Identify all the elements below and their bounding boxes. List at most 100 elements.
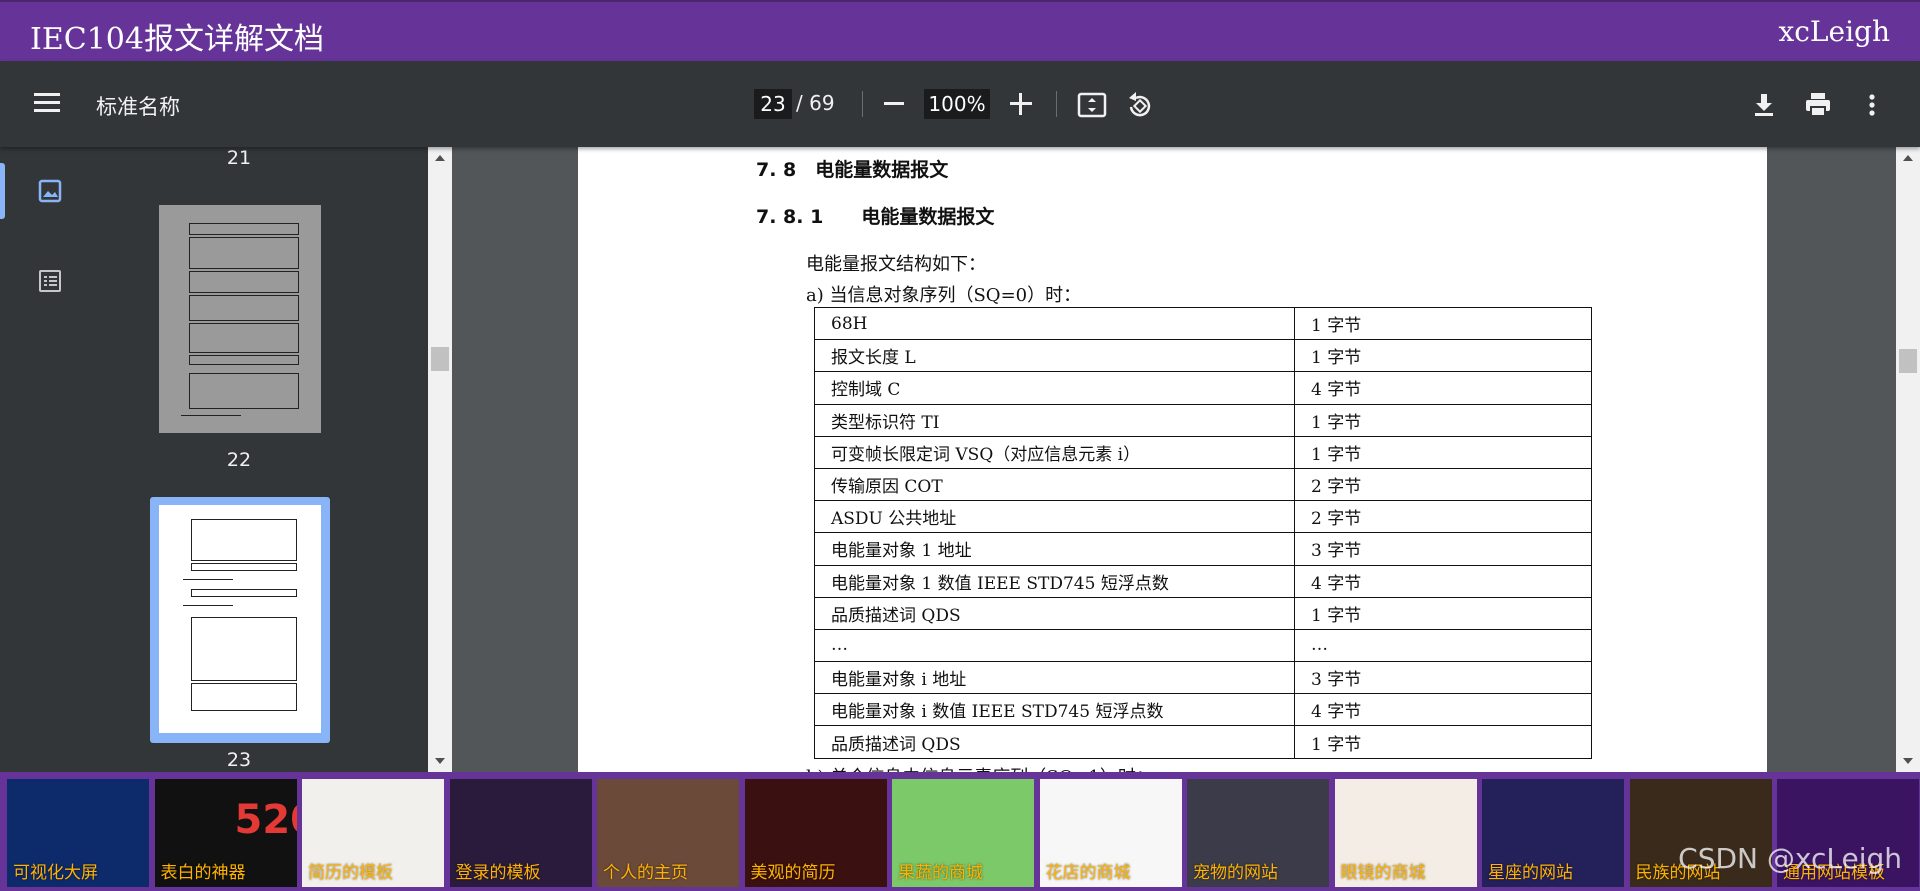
field-name-cell: 报文长度 L xyxy=(814,339,1295,373)
banner-tile[interactable]: 宠物的网站 xyxy=(1187,779,1329,887)
thumbnail-page-23[interactable] xyxy=(159,505,321,733)
field-size-cell: 4 字节 xyxy=(1294,693,1592,727)
thumbnails-icon[interactable] xyxy=(30,171,70,211)
banner-tile[interactable]: 可视化大屏 xyxy=(7,779,149,887)
field-name-cell: 传输原因 COT xyxy=(814,467,1295,502)
banner-tile[interactable]: 星座的网站 xyxy=(1482,779,1624,887)
banner-tile[interactable]: 果蔬的商城 xyxy=(892,779,1034,887)
field-size-cell: 1 字节 xyxy=(1294,725,1592,759)
banner-tile-caption: 表白的神器 xyxy=(160,863,246,883)
banner-tile-caption: 果蔬的商城 xyxy=(898,863,983,883)
field-name-cell: 电能量对象 i 数值 IEEE STD745 短浮点数 xyxy=(814,693,1295,727)
thumbnail-label-23: 23 xyxy=(226,749,252,771)
zoom-out-icon[interactable] xyxy=(884,102,904,105)
field-name-cell: … xyxy=(814,628,1295,663)
print-icon[interactable] xyxy=(1802,89,1834,121)
menu-icon[interactable] xyxy=(34,93,60,115)
table-row: 电能量对象 1 地址 3 字节 xyxy=(814,532,1592,566)
table-row: 传输原因 COT 2 字节 xyxy=(814,467,1592,502)
thumbnail-label-22: 22 xyxy=(226,449,252,471)
table-row: 类型标识符 TI 1 字节 xyxy=(814,403,1592,437)
fit-page-icon[interactable] xyxy=(1076,89,1108,121)
list-item-b: b) 单个信息由信息元素序列（SQ=1）时： xyxy=(806,763,1154,772)
template-banner: 可视化大屏 520 表白的神器 简历的模板 登录的模板 个人的主页 美观的简历 果蔬的商城 花店… xyxy=(0,772,1920,891)
field-name-cell: 控制域 C xyxy=(814,371,1295,405)
field-name-cell: ASDU 公共地址 xyxy=(814,500,1295,534)
banner-tile-caption: 星座的网站 xyxy=(1488,863,1573,883)
banner-tile-caption: 美观的简历 xyxy=(750,863,836,883)
zoom-level-input[interactable]: 100% xyxy=(924,89,990,119)
banner-tile[interactable]: 登录的模板 xyxy=(449,779,592,887)
thumbnail-sidebar: 21 22 23 xyxy=(0,147,428,772)
table-row: 品质描述词 QDS 1 字节 xyxy=(814,596,1592,630)
table-row: 电能量对象 i 数值 IEEE STD745 短浮点数 4 字节 xyxy=(814,693,1592,727)
field-size-cell: … xyxy=(1294,628,1592,663)
field-size-cell: 4 字节 xyxy=(1294,371,1592,405)
pdf-toolbar: 标准名称 23 / 69 100% xyxy=(0,61,1920,147)
banner-tile[interactable]: 美观的简历 xyxy=(744,779,887,887)
download-icon[interactable] xyxy=(1748,89,1780,121)
banner-tile-caption: 简历的模板 xyxy=(308,863,393,883)
table-row: 电能量对象 i 地址 3 字节 xyxy=(814,661,1592,695)
field-size-cell: 3 字节 xyxy=(1294,661,1592,695)
banner-tile-caption: 花店的商城 xyxy=(1045,863,1131,883)
app-root: IEC104报文详解文档 xcLeigh 标准名称 23 / 69 100% 2… xyxy=(0,0,1920,891)
more-vert-icon[interactable] xyxy=(1856,89,1888,121)
pdf-page-23: 7. 8 电能量数据报文 7. 8. 1 电能量数据报文 电能量报文结构如下： … xyxy=(578,147,1767,772)
thumbnail-page-22[interactable] xyxy=(159,205,321,433)
banner-tile[interactable]: 简历的模板 xyxy=(302,779,444,887)
scroll-up-icon[interactable] xyxy=(1903,155,1913,161)
field-size-cell: 1 字节 xyxy=(1294,435,1592,469)
field-size-cell: 2 字节 xyxy=(1294,467,1592,502)
title-bar: IEC104报文详解文档 xcLeigh xyxy=(0,0,1920,61)
message-structure-table: 68H 1 字节 报文长度 L1 字节 控制域 C4 字节 类型标识符 TI 1 字节 可变… xyxy=(814,306,1592,759)
field-size-cell: 1 字节 xyxy=(1294,339,1592,373)
table-row: ASDU 公共地址 2 字节 xyxy=(814,500,1592,534)
field-size-cell: 1 字节 xyxy=(1294,596,1592,630)
field-name-cell: 68H xyxy=(814,306,1295,341)
page-title: IEC104报文详解文档 xyxy=(30,22,324,57)
document-name: 标准名称 xyxy=(96,95,180,119)
rotate-icon[interactable] xyxy=(1124,89,1156,121)
table-row: 可变帧长限定词 VSQ（对应信息元素 i） 1 字节 xyxy=(814,435,1592,469)
active-tab-indicator xyxy=(0,163,5,219)
banner-tile-caption: 眼镜的商城 xyxy=(1340,863,1426,883)
zoom-in-icon[interactable] xyxy=(1010,93,1032,115)
banner-tile-caption: 可视化大屏 xyxy=(13,863,98,883)
banner-tile[interactable]: 520 表白的神器 xyxy=(154,779,297,887)
table-row: 控制域 C4 字节 xyxy=(814,371,1592,405)
table-row: …… xyxy=(814,628,1592,663)
field-size-cell: 1 字节 xyxy=(1294,403,1592,437)
banner-tile[interactable]: 个人的主页 xyxy=(597,779,739,887)
field-name-cell: 品质描述词 QDS xyxy=(814,596,1295,630)
scrollbar-thumb[interactable] xyxy=(431,347,449,371)
watermark: CSDN @xcLeigh xyxy=(1678,842,1902,875)
document-scrollbar[interactable] xyxy=(1896,147,1920,772)
scrollbar-thumb[interactable] xyxy=(1899,349,1917,373)
field-size-cell: 1 字节 xyxy=(1294,306,1592,341)
document-viewport[interactable]: 7. 8 电能量数据报文 7. 8. 1 电能量数据报文 电能量报文结构如下： … xyxy=(452,147,1892,772)
banner-tile[interactable]: 眼镜的商城 xyxy=(1334,779,1477,887)
scroll-down-icon[interactable] xyxy=(435,758,445,764)
page-number-input[interactable]: 23 xyxy=(754,89,792,119)
page-total: / 69 xyxy=(796,91,835,115)
field-name-cell: 电能量对象 i 地址 xyxy=(814,661,1295,695)
field-name-cell: 电能量对象 1 地址 xyxy=(814,532,1295,566)
list-item-a: a) 当信息对象序列（SQ=0）时： xyxy=(806,285,1082,306)
subsection-heading: 7. 8. 1 电能量数据报文 xyxy=(756,206,995,228)
scroll-up-icon[interactable] xyxy=(435,155,445,161)
field-name-cell: 品质描述词 QDS xyxy=(814,725,1295,759)
author-name[interactable]: xcLeigh xyxy=(1778,15,1890,48)
banner-tile-caption: 宠物的网站 xyxy=(1193,863,1278,883)
banner-tile[interactable]: 花店的商城 xyxy=(1039,779,1182,887)
tile-graphic-text: 520 xyxy=(234,797,297,843)
outline-icon[interactable] xyxy=(30,261,70,301)
table-row: 68H 1 字节 xyxy=(814,306,1592,341)
intro-paragraph: 电能量报文结构如下： xyxy=(806,254,986,275)
field-size-cell: 3 字节 xyxy=(1294,532,1592,566)
table-row: 报文长度 L1 字节 xyxy=(814,339,1592,373)
banner-tile-caption: 登录的模板 xyxy=(455,863,541,883)
toolbar-divider xyxy=(1056,91,1057,117)
sidebar-scrollbar[interactable] xyxy=(428,147,452,772)
scroll-down-icon[interactable] xyxy=(1903,758,1913,764)
